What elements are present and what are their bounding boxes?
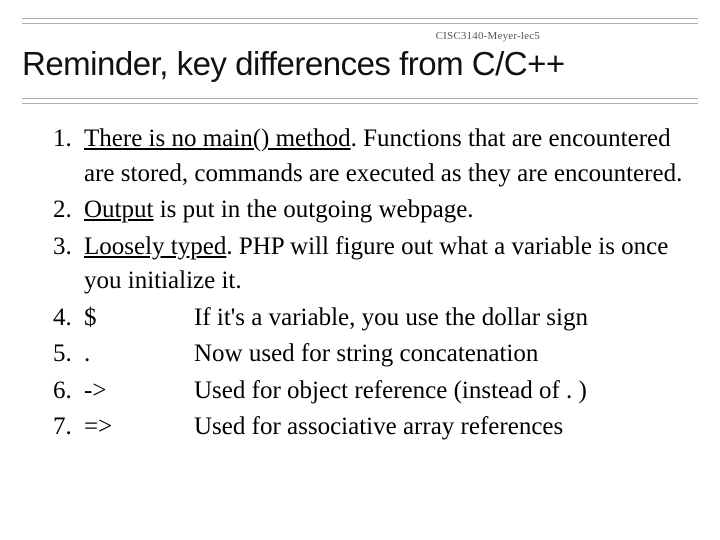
item-text: is put in the outgoing webpage.	[153, 196, 473, 223]
course-tag: CISC3140-Meyer-lec5	[436, 30, 540, 42]
list-item: -> Used for object reference (instead of…	[78, 374, 698, 409]
slide-body: There is no main() method. Functions tha…	[30, 122, 698, 447]
symbol-desc: Used for object reference (instead of . …	[194, 374, 698, 409]
list-item: $ If it's a variable, you use the dollar…	[78, 301, 698, 336]
list-item: . Now used for string concatenation	[78, 337, 698, 372]
slide-title: Reminder, key differences from C/C++	[22, 45, 698, 83]
item-underlined: Output	[84, 196, 153, 223]
symbol: $	[84, 301, 194, 336]
rule-top	[22, 18, 698, 24]
points-list: There is no main() method. Functions tha…	[30, 122, 698, 445]
list-item: Loosely typed. PHP will figure out what …	[78, 230, 698, 299]
symbol: =>	[84, 410, 194, 445]
list-item: Output is put in the outgoing webpage.	[78, 193, 698, 228]
list-item: => Used for associative array references	[78, 410, 698, 445]
symbol: .	[84, 337, 194, 372]
item-underlined: There is no main() method	[84, 125, 351, 152]
item-underlined: Loosely typed	[84, 233, 226, 260]
symbol-desc: Used for associative array references	[194, 410, 698, 445]
symbol-desc: If it's a variable, you use the dollar s…	[194, 301, 698, 336]
slide: CISC3140-Meyer-lec5 Reminder, key differ…	[0, 0, 720, 540]
symbol: ->	[84, 374, 194, 409]
rule-under-title	[22, 98, 698, 104]
symbol-desc: Now used for string concatenation	[194, 337, 698, 372]
list-item: There is no main() method. Functions tha…	[78, 122, 698, 191]
